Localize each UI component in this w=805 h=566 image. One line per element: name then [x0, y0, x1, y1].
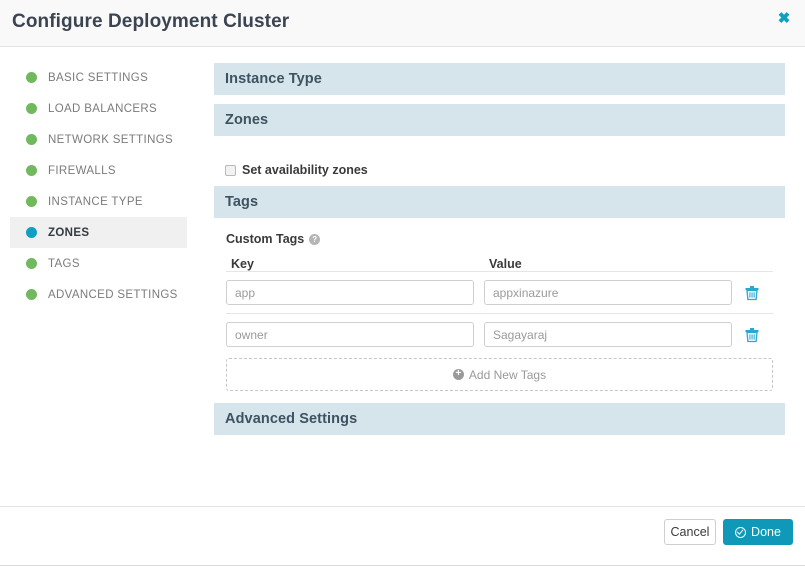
table-row — [226, 271, 773, 313]
dialog-footer: Cancel Done — [0, 506, 805, 566]
status-dot-icon — [26, 72, 37, 83]
tag-value-input[interactable] — [484, 322, 732, 347]
status-dot-icon — [26, 134, 37, 145]
done-button-label: Done — [751, 525, 781, 539]
dialog-titlebar: Configure Deployment Cluster ✖ — [0, 0, 805, 47]
trash-icon[interactable] — [744, 327, 760, 343]
section-header-instance-type[interactable]: Instance Type — [214, 63, 785, 95]
section-header-tags[interactable]: Tags — [214, 186, 785, 218]
trash-icon[interactable] — [744, 285, 760, 301]
sidebar-item-zones[interactable]: ZONES — [10, 217, 187, 248]
help-icon[interactable]: ? — [309, 233, 321, 245]
column-header-key: Key — [231, 257, 254, 271]
sidebar-item-label: ZONES — [48, 226, 90, 239]
status-dot-icon — [26, 289, 37, 300]
plus-circle-icon: + — [452, 369, 464, 380]
sidebar-item-label: BASIC SETTINGS — [48, 71, 149, 84]
tags-column-headers: Key Value — [226, 257, 773, 271]
status-dot-icon — [26, 196, 37, 207]
section-header-zones[interactable]: Zones — [214, 104, 785, 136]
tags-body: Custom Tags ? Key Value app appxinazure … — [214, 232, 785, 391]
status-dot-icon — [26, 103, 37, 114]
sidebar-item-label: INSTANCE TYPE — [48, 195, 143, 208]
sidebar-item-label: TAGS — [48, 257, 80, 270]
cancel-button[interactable]: Cancel — [664, 519, 716, 545]
tag-value-input[interactable] — [484, 280, 732, 305]
sidebar-item-basic-settings[interactable]: BASIC SETTINGS — [10, 62, 187, 93]
set-availability-zones-label[interactable]: Set availability zones — [242, 163, 368, 177]
add-new-tags-label: Add New Tags — [468, 367, 547, 382]
tag-key-input[interactable] — [226, 280, 474, 305]
sidebar-item-network-settings[interactable]: NETWORK SETTINGS — [10, 124, 187, 155]
sidebar-item-tags[interactable]: TAGS — [10, 248, 187, 279]
column-header-value: Value — [489, 257, 522, 271]
page-title: Configure Deployment Cluster — [12, 11, 290, 32]
sidebar-item-advanced-settings[interactable]: ADVANCED SETTINGS — [10, 279, 187, 310]
status-dot-icon — [26, 258, 37, 269]
set-availability-zones-checkbox[interactable] — [225, 164, 236, 176]
sidebar-item-label: ADVANCED SETTINGS — [48, 288, 178, 301]
check-circle-icon — [735, 526, 747, 538]
sidebar-item-label: LOAD BALANCERS — [48, 102, 158, 115]
wizard-sidebar: BASIC SETTINGS LOAD BALANCERS NETWORK SE… — [0, 47, 199, 506]
sidebar-item-instance-type[interactable]: INSTANCE TYPE — [10, 186, 187, 217]
close-icon[interactable]: ✖ — [773, 8, 795, 30]
sidebar-item-firewalls[interactable]: FIREWALLS — [10, 155, 187, 186]
set-availability-zones-row[interactable]: Set availability zones — [225, 163, 805, 177]
done-button[interactable]: Done — [723, 519, 793, 545]
add-new-tags-button[interactable]: + Add New Tags — [226, 358, 773, 391]
status-dot-icon — [26, 227, 37, 238]
custom-tags-text: Custom Tags — [226, 232, 305, 246]
section-header-advanced-settings[interactable]: Advanced Settings — [214, 403, 785, 435]
sidebar-item-label: FIREWALLS — [48, 164, 116, 177]
wizard-content-panel: Instance Type Zones Set availability zon… — [199, 47, 805, 506]
table-row — [226, 313, 773, 355]
tag-key-input[interactable] — [226, 322, 474, 347]
sidebar-item-load-balancers[interactable]: LOAD BALANCERS — [10, 93, 187, 124]
sidebar-item-label: NETWORK SETTINGS — [48, 133, 174, 146]
status-dot-icon — [26, 165, 37, 176]
custom-tags-label: Custom Tags ? — [226, 232, 773, 246]
